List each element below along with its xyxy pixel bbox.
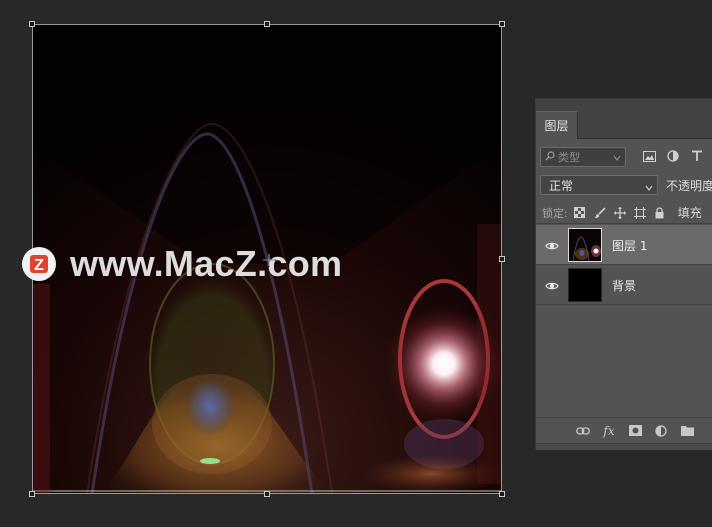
text-filter-icon[interactable] — [690, 149, 704, 163]
chevron-down-icon — [645, 181, 653, 195]
transform-handle-bottom-left[interactable] — [29, 491, 35, 497]
add-mask-icon[interactable] — [628, 424, 642, 438]
visibility-eye-icon[interactable] — [545, 238, 559, 252]
opacity-label[interactable]: 不透明度 — [666, 177, 712, 194]
visibility-eye-icon[interactable] — [545, 278, 559, 292]
panel-footer: fx — [536, 417, 712, 443]
panel-resize-grip[interactable] — [536, 443, 712, 450]
watermark: Z www.MacZ.com — [22, 243, 343, 284]
layer-thumbnail — [568, 268, 602, 302]
transform-handle-bottom[interactable] — [264, 491, 270, 497]
blend-mode-value: 正常 — [549, 178, 574, 193]
lock-all-icon[interactable] — [654, 206, 666, 219]
panel-tab-bar: 图层 — [536, 99, 712, 139]
move-crosshair-icon — [262, 252, 276, 271]
layer-row-background[interactable]: 背景 — [536, 265, 712, 305]
layer-row-layer-1[interactable]: 图层 1 — [536, 225, 712, 265]
transform-handle-top[interactable] — [264, 21, 270, 27]
lock-position-icon[interactable] — [613, 206, 626, 219]
fill-label[interactable]: 填充 — [678, 204, 702, 221]
watermark-logo-icon: Z — [22, 247, 56, 281]
transform-handle-top-right[interactable] — [499, 21, 505, 27]
lock-brush-icon[interactable] — [594, 206, 606, 219]
new-group-icon[interactable] — [680, 424, 694, 438]
layers-panel: 图层 类型 正常 不透明度 锁定: 填充 图层 1 背景 fx — [535, 98, 712, 450]
filter-icons — [642, 149, 704, 163]
layer-filter-dropdown[interactable]: 类型 — [540, 147, 626, 167]
fx-icon[interactable]: fx — [602, 424, 616, 438]
search-icon — [545, 150, 555, 164]
transform-handle-right[interactable] — [499, 256, 505, 262]
transform-handle-bottom-right[interactable] — [499, 491, 505, 497]
image-filter-icon[interactable] — [642, 149, 656, 163]
transform-handle-top-left[interactable] — [29, 21, 35, 27]
layer-name: 图层 1 — [612, 239, 648, 253]
adjustment-filter-icon[interactable] — [666, 149, 680, 163]
link-layers-icon[interactable] — [576, 424, 590, 438]
lock-row: 锁定: 填充 — [542, 204, 702, 221]
lock-artboard-icon[interactable] — [633, 206, 646, 219]
layer-name: 背景 — [612, 279, 637, 293]
tab-layers[interactable]: 图层 — [536, 111, 578, 139]
filter-type-label: 类型 — [558, 151, 580, 164]
lock-label: 锁定: — [542, 206, 568, 220]
adjustment-layer-icon[interactable] — [654, 424, 668, 438]
blend-mode-select[interactable]: 正常 — [540, 175, 658, 195]
lock-transparent-icon[interactable] — [574, 207, 586, 219]
divider — [536, 223, 712, 224]
layer-thumbnail — [568, 228, 602, 262]
svg-text:Z: Z — [34, 257, 44, 274]
watermark-text: www.MacZ.com — [70, 243, 343, 284]
chevron-down-icon — [613, 152, 621, 165]
